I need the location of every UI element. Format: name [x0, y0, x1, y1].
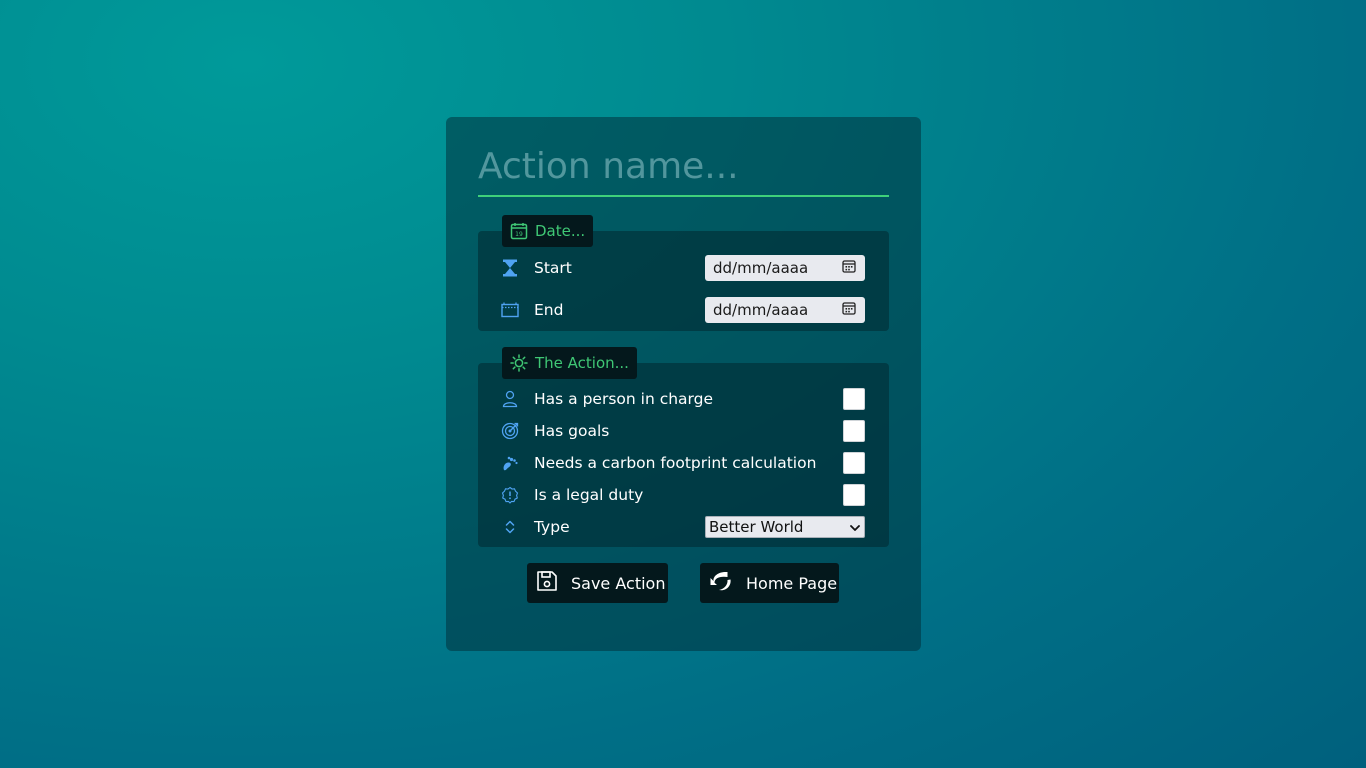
option-goals-row: Has goals	[500, 417, 865, 445]
option-person-row: Has a person in charge	[500, 385, 865, 413]
alert-badge-icon	[500, 485, 520, 505]
person-icon	[500, 389, 520, 409]
svg-text:19: 19	[515, 231, 523, 238]
carbon-footprint-checkbox[interactable]	[843, 452, 865, 474]
start-date-value: dd/mm/aaaa	[713, 259, 809, 277]
option-label: Needs a carbon footprint calculation	[534, 454, 817, 472]
person-in-charge-checkbox[interactable]	[843, 388, 865, 410]
date-legend-label: Date...	[535, 222, 586, 240]
save-action-label: Save Action	[571, 573, 666, 593]
action-legend-label: The Action...	[535, 354, 629, 372]
type-select[interactable]: Better World	[705, 516, 865, 538]
action-name-input[interactable]	[478, 143, 889, 197]
type-row: Type Better World	[500, 513, 865, 541]
calendar-picker-icon[interactable]	[842, 259, 856, 277]
option-label: Has goals	[534, 422, 610, 440]
legal-duty-checkbox[interactable]	[843, 484, 865, 506]
option-carbon-row: Needs a carbon footprint calculation	[500, 449, 865, 477]
floppy-disk-icon	[535, 569, 559, 597]
end-date-value: dd/mm/aaaa	[713, 301, 809, 319]
date-legend: 19 Date...	[502, 215, 594, 247]
option-label: Has a person in charge	[534, 390, 714, 408]
type-label: Type	[534, 518, 570, 536]
chevron-down-icon	[850, 518, 860, 536]
end-date-row: End dd/mm/aaaa	[500, 296, 865, 324]
action-fieldset: The Action... Has a person in charge Has…	[478, 347, 889, 547]
calendar-range-icon	[500, 300, 520, 320]
target-icon	[500, 421, 520, 441]
option-label: Is a legal duty	[534, 486, 644, 504]
option-legal-row: Is a legal duty	[500, 481, 865, 509]
end-date-input[interactable]: dd/mm/aaaa	[705, 297, 865, 323]
home-page-button[interactable]: Home Page	[700, 563, 839, 603]
action-legend: The Action...	[502, 347, 637, 379]
home-page-label: Home Page	[746, 573, 838, 593]
calendar-picker-icon[interactable]	[842, 301, 856, 319]
sort-arrows-icon	[500, 517, 520, 537]
calendar-icon: 19	[510, 222, 528, 240]
date-fieldset: 19 Date... Start dd/mm/aaaa End dd/mm/aa…	[478, 215, 889, 331]
start-date-input[interactable]: dd/mm/aaaa	[705, 255, 865, 281]
type-select-value: Better World	[709, 518, 804, 536]
hourglass-icon	[500, 258, 520, 278]
return-arrow-icon	[708, 568, 734, 598]
action-form-card: 19 Date... Start dd/mm/aaaa	[446, 117, 921, 651]
start-date-row: Start dd/mm/aaaa	[500, 254, 865, 282]
footprint-icon	[500, 453, 520, 473]
start-label: Start	[534, 259, 572, 277]
end-label: End	[534, 301, 564, 319]
sun-icon	[510, 354, 528, 372]
save-action-button[interactable]: Save Action	[527, 563, 668, 603]
has-goals-checkbox[interactable]	[843, 420, 865, 442]
